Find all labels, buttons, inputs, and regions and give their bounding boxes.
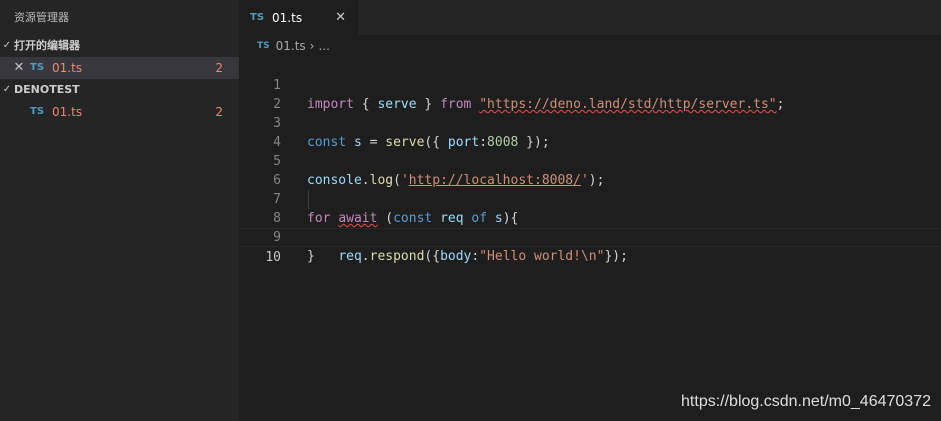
file-tree-item[interactable]: TS 01.ts 2 — [0, 101, 239, 123]
chevron-right-icon: › — [309, 39, 315, 53]
explorer-title: 资源管理器 — [14, 11, 69, 24]
editor-area: TS 01.ts ✕ TS 01.ts › ... 1 import { ser… — [239, 0, 941, 421]
code-line: 7 for await (const req of s){ — [239, 171, 941, 226]
code-line: 4 — [239, 114, 941, 150]
breadcrumb-more[interactable]: ... — [318, 35, 329, 57]
problem-count-badge: 2 — [215, 61, 223, 75]
breadcrumb-file[interactable]: 01.ts — [276, 35, 306, 57]
code-line: 1 import { serve } from "https://deno.la… — [239, 57, 941, 112]
typescript-file-icon: TS — [30, 106, 45, 117]
close-icon[interactable]: ✕ — [335, 10, 346, 25]
code-line: 8 req.respond({body:"Hello world!\n"}); — [239, 190, 941, 264]
line-number: 10 — [265, 250, 281, 265]
breadcrumb: TS 01.ts › ... — [239, 35, 941, 57]
open-editors-header[interactable]: ✓ 打开的编辑器 — [0, 35, 239, 57]
code-line: 9 } — [239, 209, 941, 264]
typescript-file-icon: TS — [30, 62, 45, 73]
open-editors-label: 打开的编辑器 — [14, 39, 80, 52]
tab-bar: TS 01.ts ✕ — [239, 0, 941, 35]
project-folder-header[interactable]: ✓ DENOTEST — [0, 79, 239, 101]
chevron-down-icon: ✓ — [2, 40, 12, 51]
file-name: 01.ts — [52, 105, 83, 119]
code-line: 5 console.log('http://localhost:8008/'); — [239, 133, 941, 188]
watermark-url: https://blog.csdn.net/m0_46470372 — [681, 393, 931, 410]
code-line: 2 — [239, 76, 941, 112]
explorer-sidebar: 资源管理器 ✓ 打开的编辑器 ✕ TS 01.ts 2 ✓ DENOTEST T… — [0, 0, 239, 421]
code-text: } — [307, 249, 315, 264]
project-folder-label: DENOTEST — [14, 83, 80, 96]
indent-guide — [308, 190, 309, 209]
problem-count-badge: 2 — [215, 105, 223, 119]
typescript-file-icon: TS — [250, 12, 265, 23]
code-line: 3 const s = serve({ port:8008 }); — [239, 95, 941, 150]
code-editor[interactable]: 1 import { serve } from "https://deno.la… — [239, 57, 941, 265]
current-line: 10 — [239, 228, 941, 265]
tab-01-ts[interactable]: TS 01.ts ✕ — [239, 0, 358, 35]
open-editor-item[interactable]: ✕ TS 01.ts 2 — [0, 57, 239, 79]
chevron-down-icon: ✓ — [2, 84, 12, 95]
code-line: 6 — [239, 152, 941, 188]
tab-label: 01.ts — [272, 10, 303, 25]
close-icon[interactable]: ✕ — [12, 57, 26, 79]
file-name: 01.ts — [52, 61, 83, 75]
typescript-file-icon: TS — [257, 41, 270, 51]
code-text: req.respond({body:"Hello world!\n"}); — [338, 249, 628, 264]
